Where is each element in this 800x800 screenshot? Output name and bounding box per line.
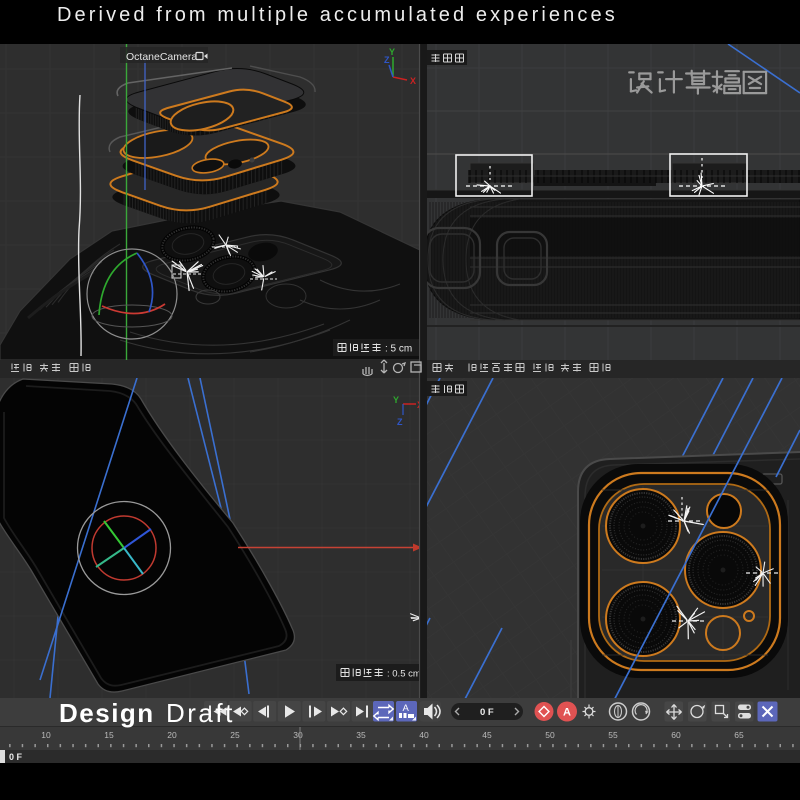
svg-text:35: 35 [356, 730, 366, 740]
svg-text:OctaneCamera: OctaneCamera [126, 51, 197, 63]
svg-text:0 F: 0 F [480, 707, 494, 718]
svg-text:65: 65 [734, 730, 744, 740]
svg-text:Z: Z [397, 417, 403, 427]
svg-text:Y: Y [393, 395, 399, 405]
svg-text:Z: Z [384, 55, 390, 65]
svg-text:30: 30 [293, 730, 303, 740]
svg-text:A: A [563, 707, 571, 719]
svg-text:Draft: Draft [166, 698, 235, 728]
svg-text:60: 60 [671, 730, 681, 740]
svg-text:40: 40 [419, 730, 429, 740]
svg-text:50: 50 [545, 730, 555, 740]
svg-text:0 F: 0 F [9, 752, 23, 762]
svg-text:45: 45 [482, 730, 492, 740]
svg-text:X: X [410, 76, 416, 86]
svg-text:25: 25 [230, 730, 240, 740]
svg-text:10: 10 [41, 730, 51, 740]
svg-text:A: A [403, 703, 410, 714]
svg-text:15: 15 [104, 730, 114, 740]
svg-text:Design: Design [59, 698, 155, 728]
svg-text:20: 20 [167, 730, 177, 740]
svg-text:: 0.5 cm: : 0.5 cm [387, 669, 421, 680]
svg-text:: 5 cm: : 5 cm [385, 344, 412, 355]
svg-text:55: 55 [608, 730, 618, 740]
svg-text:Y: Y [389, 47, 395, 57]
